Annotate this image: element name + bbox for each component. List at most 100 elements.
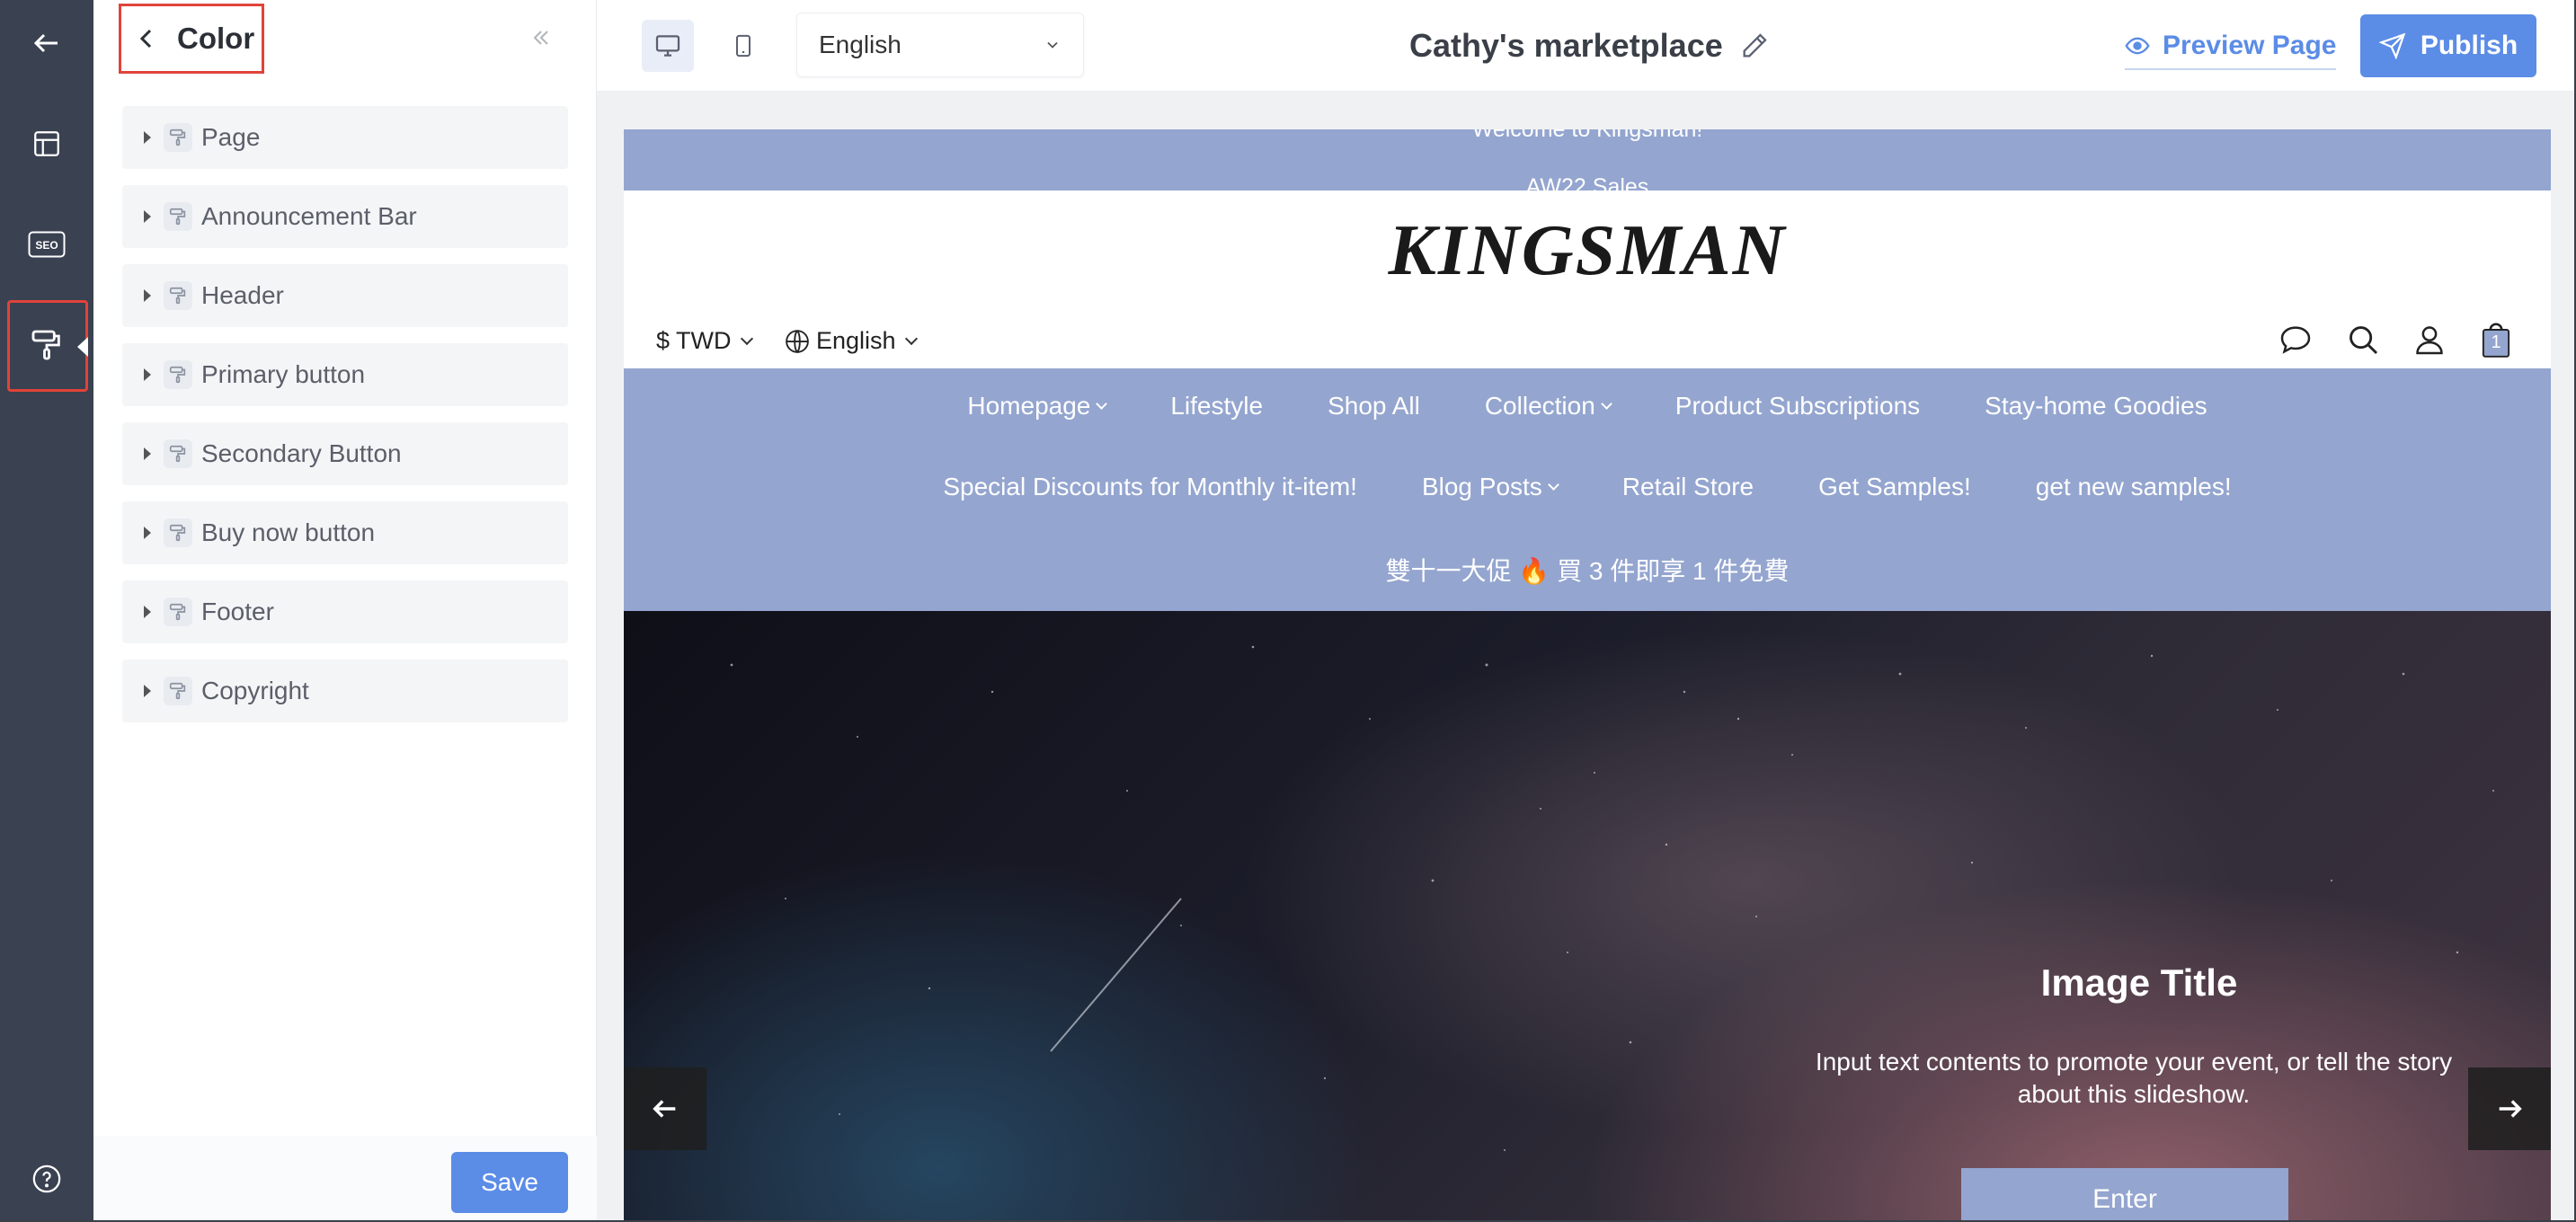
help-icon [32,1164,61,1193]
nav-item-product-subscriptions[interactable]: Product Subscriptions [1675,392,1920,421]
arrow-left-icon [653,1100,676,1118]
announcement-bar[interactable]: Welcome to Kingsman! AW22 Sales [624,129,2551,190]
storefront-language-selector[interactable]: English [784,327,918,355]
arrow-right-icon [2499,1100,2522,1118]
storefront-language-value: English [816,327,896,354]
nav-label: 雙十一大促 🔥 買 3 件即享 1 件免費 [1385,557,1790,585]
help-button[interactable] [0,1136,93,1222]
paint-roller-icon [164,123,192,152]
publish-button[interactable]: Publish [2360,14,2536,77]
announcement-text: Welcome to Kingsman! [1471,129,1703,142]
user-icon[interactable] [2412,323,2447,357]
section-footer[interactable]: Footer [122,580,568,643]
chevron-down-icon [1547,478,1559,491]
nav-item-get-samples[interactable]: Get Samples! [1818,473,1971,501]
nav-label: Blog Posts [1421,473,1542,500]
caret-right-icon [144,606,151,618]
icon-rail: SEO [0,0,93,1222]
nav-label: Homepage [967,392,1091,420]
back-button[interactable] [0,0,93,86]
section-secondary-button[interactable]: Secondary Button [122,422,568,485]
storefront-preview[interactable]: Welcome to Kingsman! AW22 Sales KINGSMAN… [624,129,2551,1222]
section-announcement-bar[interactable]: Announcement Bar [122,185,568,248]
nav-item-retail-store[interactable]: Retail Store [1622,473,1754,501]
nav-item-shop-all[interactable]: Shop All [1328,392,1420,421]
caret-right-icon [144,210,151,223]
nav-label: get new samples! [2035,473,2232,500]
chat-icon[interactable] [2278,322,2314,358]
store-logo[interactable]: KINGSMAN [624,210,2551,292]
caret-right-icon [144,289,151,302]
caret-right-icon [144,527,151,539]
desktop-view-button[interactable] [642,20,694,72]
main-navigation: Homepage Lifestyle Shop All Collection P… [624,368,2551,611]
nav-item-get-new-samples[interactable]: get new samples! [2036,473,2232,501]
nav-label: Shop All [1328,392,1420,420]
layout-icon [34,131,59,156]
nav-item-stay-home-goodies[interactable]: Stay-home Goodies [1985,392,2207,421]
desktop-icon [655,35,680,57]
editor-toolbar: English Cathy's marketplace Preview Page… [597,0,2576,92]
nav-item-special-discounts[interactable]: Special Discounts for Monthly it-item! [943,473,1357,501]
section-header[interactable]: Header [122,264,568,327]
slide-next-button[interactable] [2468,1067,2551,1150]
section-buy-now-button[interactable]: Buy now button [122,501,568,564]
chevron-down-icon [1047,41,1058,49]
slide-prev-button[interactable] [624,1067,706,1150]
panel-title: Color [177,22,255,55]
currency-value: $ TWD [656,327,732,354]
nav-item-blog-posts[interactable]: Blog Posts [1421,473,1559,501]
cart-button[interactable]: 1 [2479,320,2513,359]
nav-item-promotion[interactable]: 雙十一大促 🔥 買 3 件即享 1 件免費 [1386,552,1790,588]
section-label: Page [201,123,261,151]
language-select-value: English [819,31,902,58]
double-chevron-left-icon [533,31,548,45]
nav-item-collection[interactable]: Collection [1485,392,1612,421]
section-primary-button[interactable]: Primary button [122,343,568,406]
header-icons: 1 [2278,320,2513,359]
section-label: Header [201,281,284,309]
pencil-icon[interactable] [1739,31,1770,61]
caret-right-icon [144,368,151,381]
publish-label: Publish [2420,31,2518,60]
search-icon[interactable] [2346,323,2380,357]
section-page[interactable]: Page [122,106,568,169]
preview-page-label: Preview Page [2163,31,2337,60]
section-label: Announcement Bar [201,202,417,230]
paint-roller-icon [164,518,192,547]
section-copyright[interactable]: Copyright [122,660,568,722]
app: SEO Color Page Announcement Bar Header P… [0,0,2576,1222]
shop-title-text: Cathy's marketplace [1409,27,1723,64]
cart-count: 1 [2491,332,2501,352]
arrow-left-icon [33,33,58,53]
active-rail-pointer [77,337,88,357]
mobile-view-button[interactable] [717,20,769,72]
chevron-down-icon [1600,397,1612,410]
paint-roller-icon [164,439,192,468]
nav-label: Special Discounts for Monthly it-item! [943,473,1357,500]
seo-button[interactable]: SEO [0,201,93,288]
currency-selector[interactable]: $ TWD [656,327,753,355]
paint-roller-icon [164,677,192,705]
nav-item-lifestyle[interactable]: Lifestyle [1170,392,1263,421]
language-select[interactable]: English [796,13,1084,77]
nav-item-homepage[interactable]: Homepage [967,392,1108,421]
nav-label: Retail Store [1621,473,1754,500]
panel-header[interactable]: Color [119,4,264,74]
nav-row: Special Discounts for Monthly it-item! B… [624,473,2551,501]
caret-right-icon [144,131,151,144]
save-button[interactable]: Save [451,1152,568,1213]
layout-button[interactable] [0,101,93,187]
chevron-down-icon [740,332,753,345]
preview-page-link[interactable]: Preview Page [2125,23,2337,70]
star-field [730,645,2494,1151]
hero-subtitle: Input text contents to promote your even… [1815,1048,2453,1108]
eye-icon [2125,37,2150,55]
section-label: Copyright [201,677,309,704]
paint-roller-icon [164,281,192,310]
svg-text:SEO: SEO [35,239,58,252]
hero-enter-button[interactable]: Enter [1961,1168,2288,1222]
collapse-panel-button[interactable] [530,27,552,49]
hero-slideshow[interactable]: Image Title Input text contents to promo… [624,611,2551,1222]
color-settings-panel: Color Page Announcement Bar Header Prima… [93,0,597,1222]
